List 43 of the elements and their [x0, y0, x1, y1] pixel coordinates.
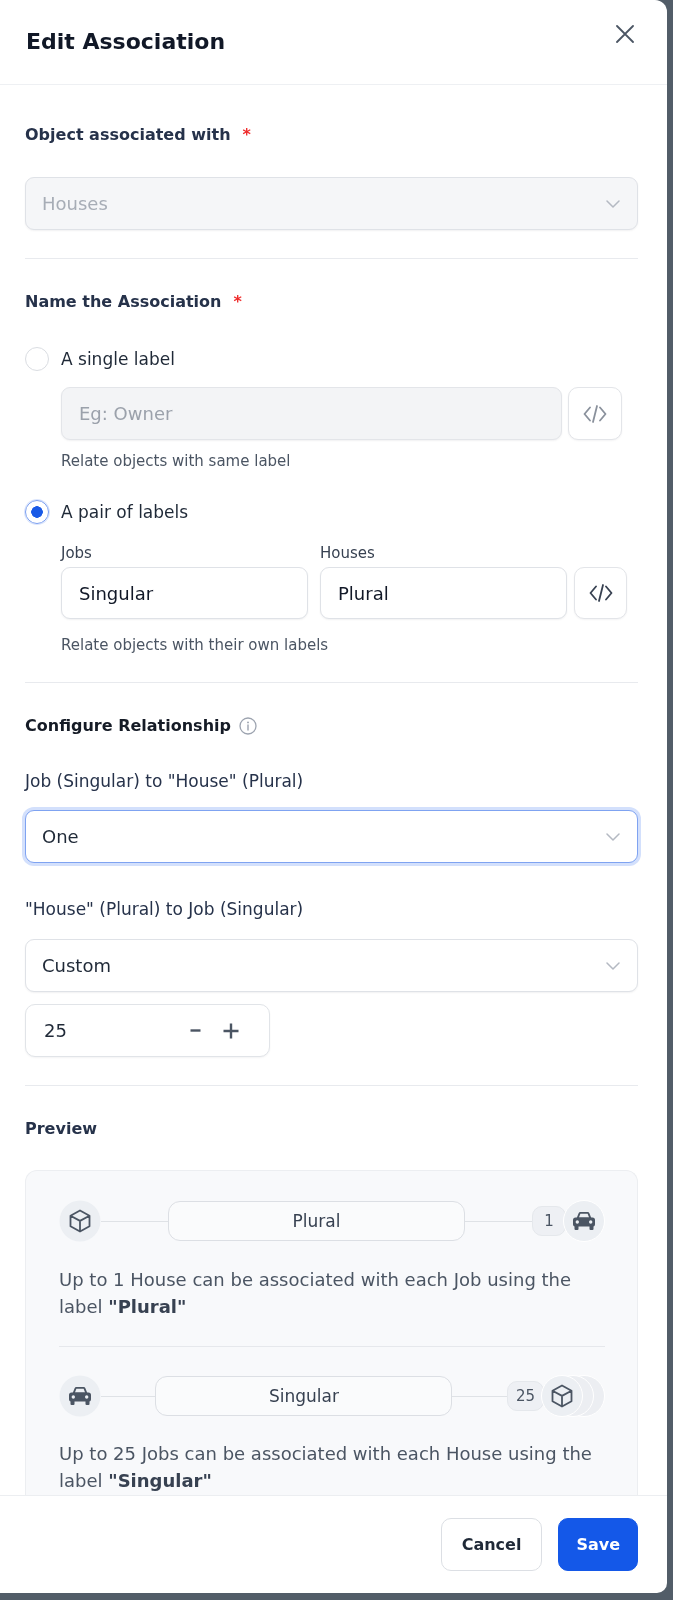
cube-icon — [59, 1200, 101, 1242]
code-button[interactable] — [574, 567, 627, 619]
preview-description: Up to 1 House can be associated with each Job using the label "Plural" — [59, 1268, 573, 1319]
required-mark: * — [233, 292, 242, 312]
decrement-button[interactable] — [190, 1029, 201, 1032]
cardinality-select[interactable]: Custom — [25, 939, 638, 992]
hint-text: Relate objects with their own labels — [61, 636, 329, 654]
car-icon — [59, 1375, 101, 1417]
field-label: Jobs — [61, 544, 92, 562]
count-badge: 25 — [506, 1381, 544, 1411]
field-label: Houses — [320, 544, 375, 562]
label-pill: Plural — [168, 1201, 465, 1241]
chevron-down-icon — [606, 961, 620, 970]
cancel-button[interactable]: Cancel — [440, 1518, 543, 1571]
radio-button[interactable] — [25, 500, 49, 524]
preview-description: Up to 25 Jobs can be associated with each House using the label "Singular" — [59, 1442, 593, 1493]
chevron-down-icon — [606, 199, 620, 208]
count-badge: 1 — [532, 1206, 566, 1236]
label-input[interactable]: Plural — [320, 567, 567, 619]
section-label: Configure Relationship — [25, 716, 231, 736]
minus-icon — [190, 1029, 201, 1032]
cardinality-select[interactable]: One — [25, 810, 638, 863]
save-button[interactable]: Save — [558, 1518, 638, 1571]
close-button[interactable] — [616, 25, 634, 43]
label-pill: Singular — [155, 1376, 453, 1416]
section-label: Object associated with — [25, 125, 231, 145]
dialog-title: Edit Association — [26, 28, 226, 56]
section-label: Preview — [25, 1119, 97, 1139]
plus-icon — [223, 1022, 239, 1039]
code-icon — [588, 584, 613, 602]
label-input[interactable]: Singular — [61, 567, 308, 619]
radio-label[interactable]: A single label — [61, 349, 175, 369]
radio-label[interactable]: A pair of labels — [61, 502, 189, 522]
relationship-label: Job (Singular) to "House" (Plural) — [25, 771, 304, 791]
section-label: Name the Association — [25, 292, 222, 312]
number-stepper[interactable]: 25 — [25, 1004, 270, 1057]
relationship-label: "House" (Plural) to Job (Singular) — [25, 899, 304, 919]
close-icon — [616, 25, 634, 43]
hint-text: Relate objects with same label — [61, 452, 291, 470]
increment-button[interactable] — [223, 1022, 239, 1039]
chevron-down-icon — [606, 832, 620, 841]
code-icon — [583, 404, 607, 423]
required-mark: * — [242, 125, 251, 145]
